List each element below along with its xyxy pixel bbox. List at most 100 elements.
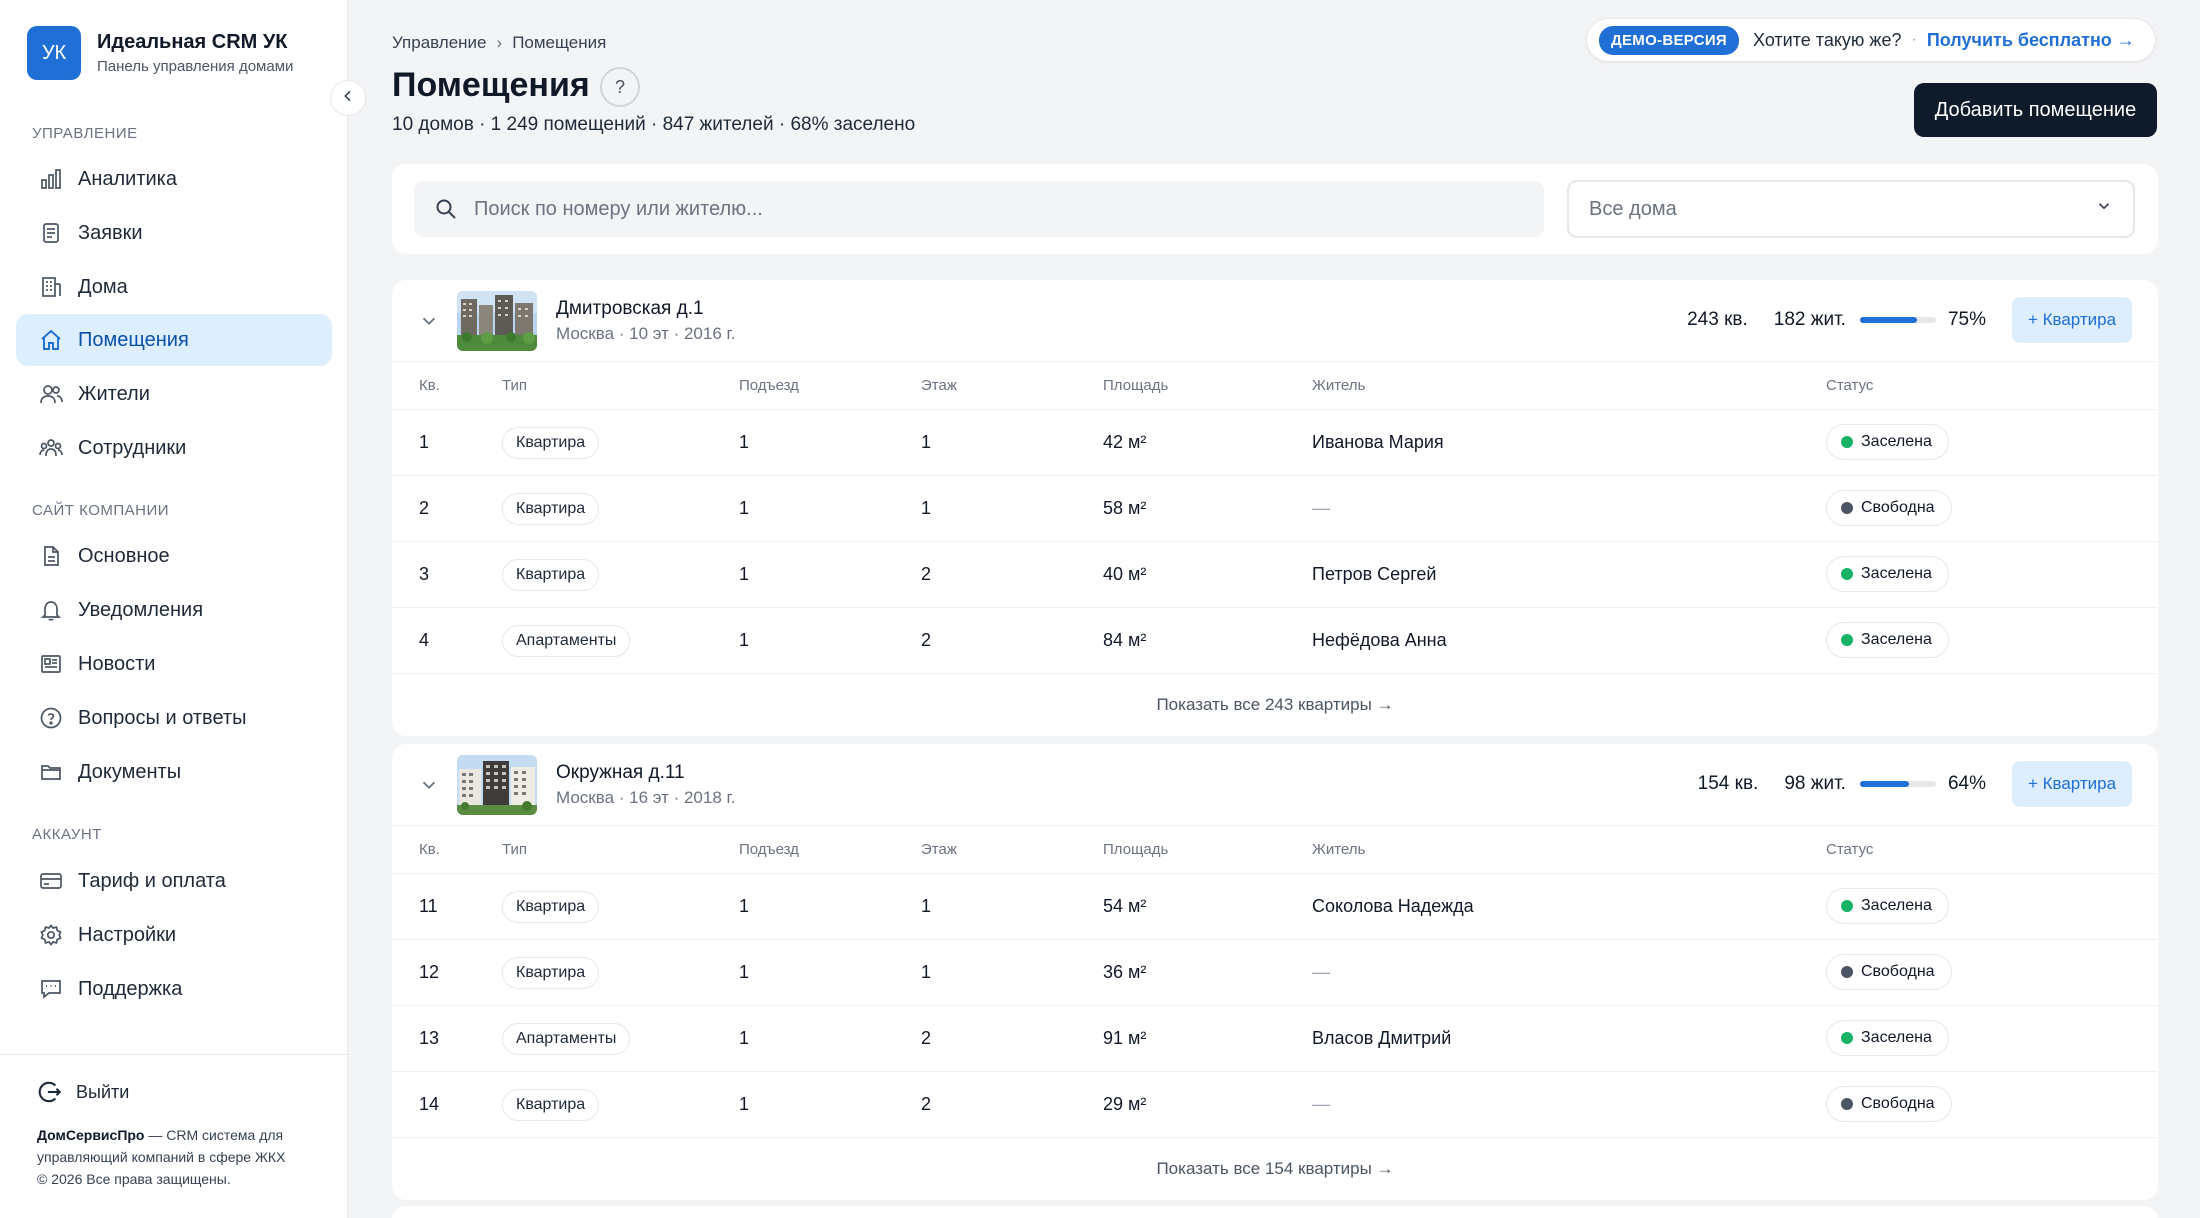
column-floor: Этаж — [921, 377, 957, 394]
status-badge: Свободна — [1826, 490, 1952, 526]
sidebar-item-faq[interactable]: Вопросы и ответы — [16, 692, 332, 744]
house-thumbnail — [457, 755, 537, 815]
status-label: Заселена — [1861, 565, 1932, 582]
cell-kv: 2 — [419, 498, 430, 518]
house-select[interactable]: Все дома — [1567, 180, 2135, 238]
cell-floor: 1 — [921, 498, 932, 518]
table-row[interactable]: 14 Квартира 1 2 29 м² — Свободна — [392, 1072, 2158, 1138]
table-header: Кв. Тип Подъезд Этаж Площадь Житель Стат… — [392, 826, 2158, 874]
status-dot — [1841, 1032, 1853, 1044]
search-icon — [434, 197, 458, 221]
cell-resident[interactable]: Соколова Надежда — [1312, 896, 1474, 917]
occupancy-bar-fill — [1859, 317, 1917, 323]
sidebar-item-analytics[interactable]: Аналитика — [16, 153, 332, 205]
table-row[interactable]: 12 Квартира 1 1 36 м² — Свободна — [392, 940, 2158, 1006]
breadcrumb-root[interactable]: Управление — [392, 33, 487, 53]
cell-resident[interactable]: Власов Дмитрий — [1312, 1028, 1451, 1049]
status-badge: Заселена — [1826, 424, 1949, 460]
table-row[interactable]: 3 Квартира 1 2 40 м² Петров Сергей Засел… — [392, 542, 2158, 608]
house-select-value: Все дома — [1589, 197, 1677, 220]
demo-get-free-link[interactable]: Получить бесплатно → — [1927, 30, 2135, 51]
cell-area: 54 м² — [1103, 896, 1147, 916]
sidebar-item-label: Основное — [78, 544, 170, 567]
occupancy-percent: 75% — [1947, 309, 1986, 330]
house-name[interactable]: Окружная д.11 — [556, 762, 685, 784]
show-all-link[interactable]: Показать все 154 квартиры → — [392, 1138, 2158, 1200]
house-header: Окружная д.11 Москва · 16 эт · 2018 г. 1… — [392, 744, 2158, 826]
cell-entrance: 1 — [739, 432, 750, 452]
sidebar: УК Идеальная CRM УК Панель управления до… — [0, 0, 348, 1218]
brand[interactable]: УК Идеальная CRM УК Панель управления до… — [27, 26, 293, 80]
search-box[interactable] — [414, 181, 1544, 237]
type-pill: Квартира — [502, 427, 600, 459]
status-dot — [1841, 966, 1853, 978]
cell-area: 58 м² — [1103, 498, 1147, 518]
status-badge: Свободна — [1826, 954, 1952, 990]
page-title: Помещения — [392, 66, 590, 104]
table-row[interactable]: 13 Апартаменты 1 2 91 м² Власов Дмитрий … — [392, 1006, 2158, 1072]
column-kv: Кв. — [419, 841, 440, 858]
cell-entrance: 1 — [739, 1028, 750, 1048]
cell-kv: 13 — [419, 1028, 440, 1048]
sidebar-item-news[interactable]: Новости — [16, 638, 332, 690]
residents-count: 98 жит. — [1784, 773, 1846, 794]
sidebar-item-residents[interactable]: Жители — [16, 368, 332, 420]
question-icon — [38, 705, 64, 731]
status-label: Заселена — [1861, 631, 1932, 648]
table-row[interactable]: 11 Квартира 1 1 54 м² Соколова Надежда З… — [392, 874, 2158, 940]
column-resident: Житель — [1312, 377, 1366, 394]
table-row[interactable]: 2 Квартира 1 1 58 м² — Свободна — [392, 476, 2158, 542]
table-row[interactable]: 1 Квартира 1 1 42 м² Иванова Мария Засел… — [392, 410, 2158, 476]
column-floor: Этаж — [921, 841, 957, 858]
sidebar-item-premises[interactable]: Помещения — [16, 314, 332, 366]
sidebar-item-billing[interactable]: Тариф и оплата — [16, 855, 332, 907]
sidebar-item-requests[interactable]: Заявки — [16, 207, 332, 259]
occupancy-bar — [1859, 781, 1936, 787]
status-dot — [1841, 634, 1853, 646]
search-input[interactable] — [474, 197, 1514, 221]
sidebar-item-main[interactable]: Основное — [16, 530, 332, 582]
cell-resident[interactable]: Нефёдова Анна — [1312, 630, 1447, 651]
chevron-down-icon[interactable] — [418, 774, 440, 796]
house-name[interactable]: Дмитровская д.1 — [556, 298, 704, 320]
show-all-link[interactable]: Показать все 243 квартиры → — [392, 674, 2158, 736]
cell-floor: 1 — [921, 432, 932, 452]
cell-resident: — — [1312, 1094, 1330, 1114]
sidebar-item-support[interactable]: Поддержка — [16, 963, 332, 1015]
status-badge: Заселена — [1826, 1020, 1949, 1056]
page-subtitle: 10 домов · 1 249 помещений · 847 жителей… — [392, 114, 916, 135]
status-dot — [1841, 1098, 1853, 1110]
chart-icon — [38, 166, 64, 192]
sidebar-collapse-button[interactable] — [330, 80, 366, 116]
column-area: Площадь — [1103, 841, 1169, 858]
occupancy-percent: 64% — [1947, 773, 1986, 794]
sidebar-item-documents[interactable]: Документы — [16, 746, 332, 798]
column-type: Тип — [502, 841, 528, 858]
help-icon[interactable]: ? — [600, 67, 640, 107]
add-apartment-button[interactable]: + Квартира — [2012, 297, 2132, 343]
sidebar-item-houses[interactable]: Дома — [16, 261, 332, 313]
sidebar-item-notifications[interactable]: Уведомления — [16, 584, 332, 636]
cell-resident: — — [1312, 498, 1330, 518]
status-label: Заселена — [1861, 433, 1932, 450]
section-title-account: Аккаунт — [32, 826, 102, 843]
sidebar-item-settings[interactable]: Настройки — [16, 909, 332, 961]
sidebar-item-label: Поддержка — [78, 977, 183, 1000]
chevron-down-icon[interactable] — [418, 310, 440, 332]
logout-button[interactable]: Выйти — [36, 1078, 129, 1106]
add-apartment-button[interactable]: + Квартира — [2012, 761, 2132, 807]
house-header: Дмитровская д.1 Москва · 10 эт · 2016 г.… — [392, 280, 2158, 362]
status-dot — [1841, 436, 1853, 448]
chat-icon — [38, 976, 64, 1002]
cell-resident[interactable]: Иванова Мария — [1312, 432, 1444, 453]
house-meta: Москва · 10 эт · 2016 г. — [556, 324, 736, 343]
cell-floor: 2 — [921, 1028, 932, 1048]
cell-resident[interactable]: Петров Сергей — [1312, 564, 1436, 585]
sidebar-item-staff[interactable]: Сотрудники — [16, 422, 332, 474]
add-premise-button[interactable]: Добавить помещение — [1914, 83, 2157, 137]
cell-area: 29 м² — [1103, 1094, 1147, 1114]
table-row[interactable]: 4 Апартаменты 1 2 84 м² Нефёдова Анна За… — [392, 608, 2158, 674]
column-entrance: Подъезд — [739, 841, 799, 858]
column-type: Тип — [502, 377, 528, 394]
cell-kv: 12 — [419, 962, 440, 982]
